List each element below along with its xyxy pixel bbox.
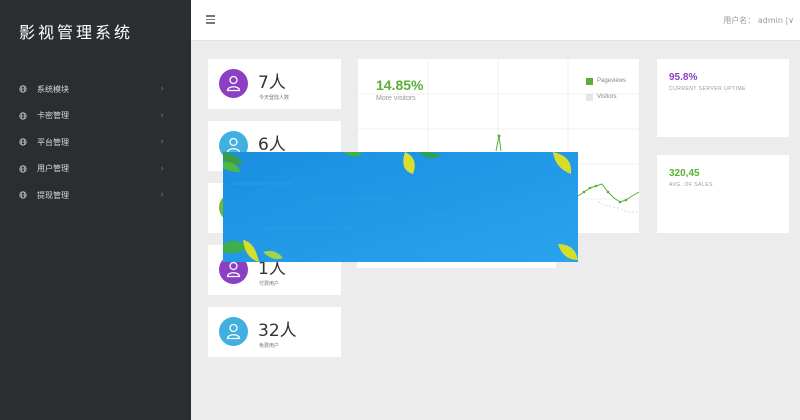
legend-swatch xyxy=(586,93,593,101)
sidebar-item-user-management[interactable]: 用户管理 › xyxy=(0,156,191,183)
sidebar-item-withdraw-management[interactable]: 提现管理 › xyxy=(0,182,191,209)
chart-line-fragment xyxy=(578,183,639,213)
sidebar-item-card-management[interactable]: 卡密管理 › xyxy=(0,103,191,130)
uptime-value: 95.8% xyxy=(669,72,698,83)
legend-label: Visitors xyxy=(597,94,617,100)
sidebar-item-system-module[interactable]: 系统模块 › xyxy=(0,76,191,103)
avatar xyxy=(219,69,248,98)
stat-label: 免费用户 xyxy=(259,343,280,349)
user-menu[interactable]: 用户名： admin |∨ xyxy=(723,15,794,26)
chevron-right-icon: › xyxy=(160,163,164,174)
sales-label: AVG. OF SALES xyxy=(669,182,713,188)
sidebar-item-label: 提现管理 xyxy=(37,190,69,200)
chart-legend: Pageviews Visitors xyxy=(586,73,626,105)
leaf-decoration xyxy=(223,152,578,262)
user-icon xyxy=(226,323,241,340)
sales-card: 320,45 AVG. OF SALES xyxy=(657,155,789,233)
globe-icon xyxy=(19,191,27,199)
chevron-right-icon: › xyxy=(160,137,164,147)
legend-label: Pageviews xyxy=(597,78,627,84)
stat-card-today-logins: 7人 今天登陆人数 xyxy=(208,59,341,109)
stat-value: 32人 xyxy=(258,321,297,341)
chart-percent: 14.85% xyxy=(376,77,424,93)
sidebar: 影视管理系统 系统模块 › 卡密管理 › 平台管理 › 用户管理 › 提现管理 … xyxy=(0,0,191,420)
chevron-right-icon: › xyxy=(160,84,164,94)
sidebar-nav: 系统模块 › 卡密管理 › 平台管理 › 用户管理 › 提现管理 › xyxy=(0,76,191,209)
user-icon xyxy=(226,261,241,278)
globe-icon xyxy=(19,112,27,120)
chart-subtitle: More visitors xyxy=(376,95,416,102)
stat-label: 今天登陆人数 xyxy=(259,95,290,101)
user-icon xyxy=(226,75,241,92)
uptime-card: 95.8% CURRENT SERVER UPTIME xyxy=(657,59,789,137)
sidebar-item-label: 卡密管理 xyxy=(37,111,69,121)
uptime-label: CURRENT SERVER UPTIME xyxy=(669,86,746,92)
app-title: 影视管理系统 xyxy=(19,23,134,42)
globe-icon xyxy=(19,165,27,173)
sidebar-item-label: 系统模块 xyxy=(37,84,69,94)
top-bar: 用户名： admin |∨ xyxy=(191,0,800,41)
chevron-right-icon: › xyxy=(160,110,164,121)
stat-card-free-users: 32人 免费用户 xyxy=(208,307,341,357)
sidebar-item-label: 平台管理 xyxy=(37,137,69,147)
chevron-right-icon: › xyxy=(160,190,164,200)
stat-label: 付费用户 xyxy=(259,281,280,287)
stat-value: 7人 xyxy=(258,73,286,93)
sidebar-item-platform-management[interactable]: 平台管理 › xyxy=(0,129,191,156)
globe-icon xyxy=(19,138,27,146)
globe-icon xyxy=(19,85,27,93)
sidebar-item-label: 用户管理 xyxy=(37,164,69,174)
hamburger-icon[interactable] xyxy=(206,13,215,27)
sales-value: 320,45 xyxy=(669,168,700,179)
legend-swatch xyxy=(586,77,593,85)
avatar xyxy=(219,317,248,346)
decorative-banner xyxy=(223,152,578,262)
